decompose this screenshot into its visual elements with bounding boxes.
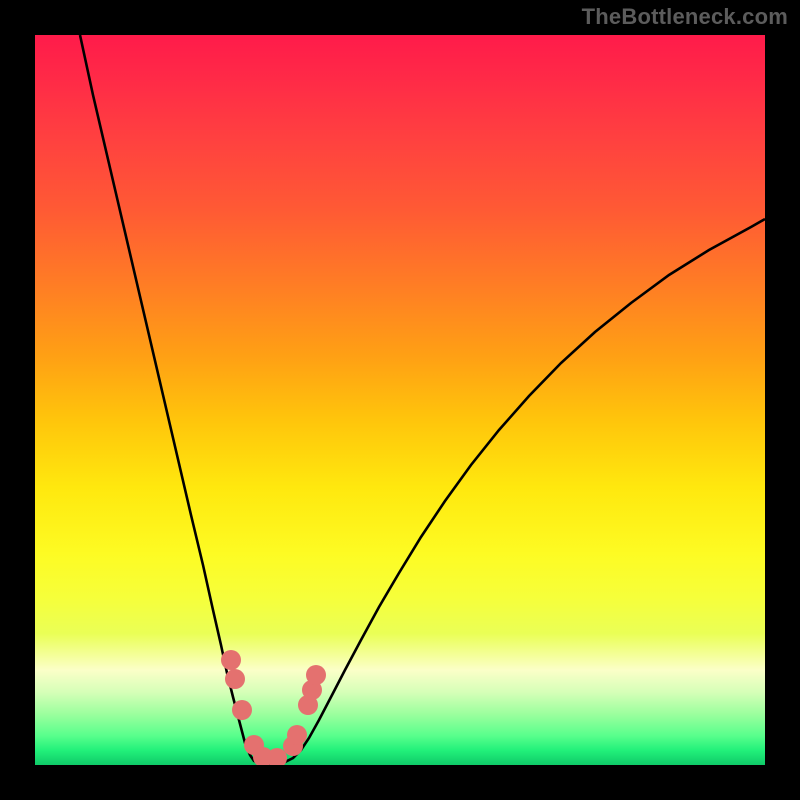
marker-dot — [306, 665, 326, 685]
marker-group — [221, 650, 326, 765]
marker-layer — [35, 35, 765, 765]
marker-dot — [225, 669, 245, 689]
chart-frame: TheBottleneck.com — [0, 0, 800, 800]
marker-dot — [287, 725, 307, 745]
marker-dot — [232, 700, 252, 720]
marker-dot — [221, 650, 241, 670]
plot-area — [35, 35, 765, 765]
watermark-label: TheBottleneck.com — [582, 4, 788, 30]
